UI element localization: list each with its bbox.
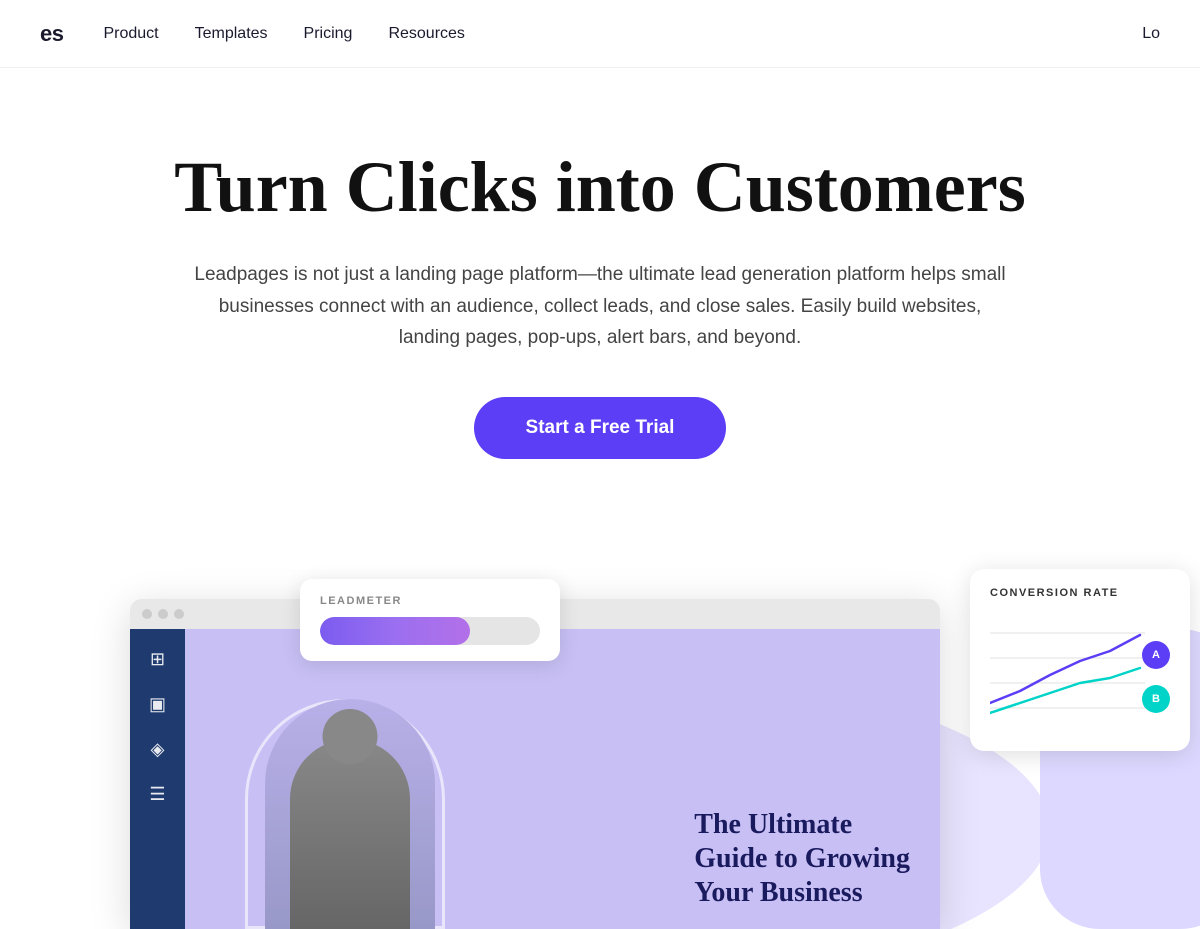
person-circle bbox=[265, 699, 435, 929]
cta-button[interactable]: Start a Free Trial bbox=[474, 397, 727, 459]
conversion-title: CONVERSION RATE bbox=[990, 587, 1170, 599]
nav-product[interactable]: Product bbox=[103, 25, 158, 42]
browser-body: ⊞ ▣ ◈ ☰ The Ultimate G bbox=[130, 629, 940, 929]
person-head bbox=[323, 709, 378, 764]
leadmeter-card: LEADMETER bbox=[300, 579, 560, 661]
chart-svg bbox=[990, 613, 1170, 733]
browser-dot-red bbox=[142, 609, 152, 619]
nav-pricing[interactable]: Pricing bbox=[304, 25, 353, 42]
nav-login[interactable]: Lo bbox=[1142, 25, 1160, 43]
logo: es bbox=[40, 21, 63, 47]
browser-dot-green bbox=[174, 609, 184, 619]
sidebar-menu-icon: ☰ bbox=[149, 784, 165, 805]
browser-content: The Ultimate Guide to Growing Your Busin… bbox=[185, 629, 940, 929]
browser-dot-yellow bbox=[158, 609, 168, 619]
browser-text-overlay: The Ultimate Guide to Growing Your Busin… bbox=[694, 808, 910, 909]
leadmeter-label: LEADMETER bbox=[320, 595, 540, 607]
leadmeter-bar-background bbox=[320, 617, 540, 645]
hero-description: Leadpages is not just a landing page pla… bbox=[190, 259, 1010, 353]
sidebar-sections-icon: ◈ bbox=[151, 739, 165, 760]
browser-sidebar: ⊞ ▣ ◈ ☰ bbox=[130, 629, 185, 929]
nav-templates[interactable]: Templates bbox=[195, 25, 268, 42]
leadmeter-bar-fill bbox=[320, 617, 470, 645]
navbar: es Product Templates Pricing Resources L… bbox=[0, 0, 1200, 68]
browser-overlay-text: The Ultimate Guide to Growing Your Busin… bbox=[694, 808, 910, 909]
conversion-rate-card: CONVERSION RATE A B bbox=[970, 569, 1190, 751]
conversion-chart: A B bbox=[990, 613, 1170, 733]
sidebar-layers-icon: ⊞ bbox=[150, 649, 165, 670]
hero-section: Turn Clicks into Customers Leadpages is … bbox=[0, 68, 1200, 519]
person-silhouette bbox=[290, 739, 410, 929]
sidebar-pages-icon: ▣ bbox=[149, 694, 166, 715]
hero-headline: Turn Clicks into Customers bbox=[100, 148, 1100, 227]
nav-resources[interactable]: Resources bbox=[388, 25, 464, 42]
preview-area: LEADMETER CONVERSION RATE A B bbox=[0, 549, 1200, 929]
